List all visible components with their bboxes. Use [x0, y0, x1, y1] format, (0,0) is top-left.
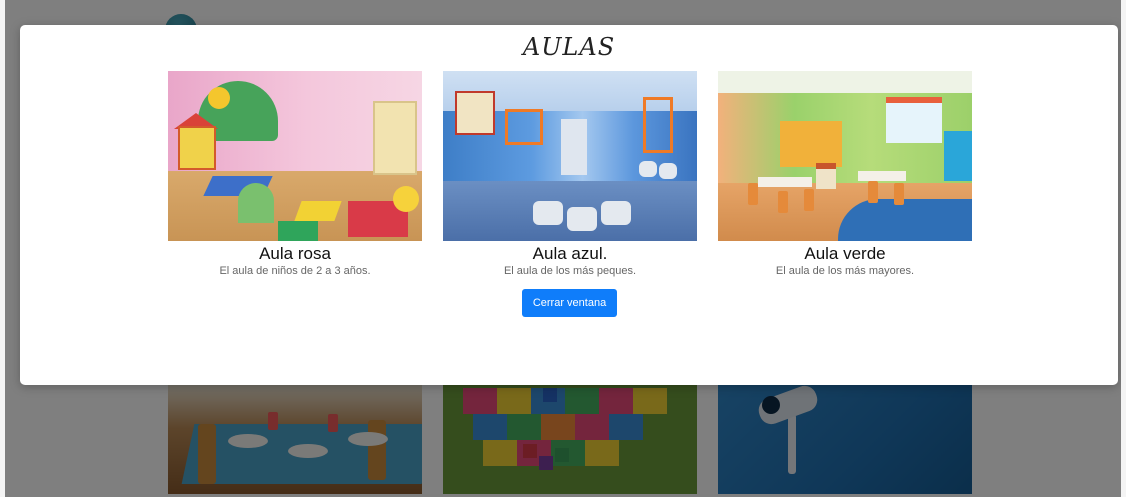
classroom-title: Aula azul.	[532, 244, 608, 263]
classroom-subtitle: El aula de los más mayores.	[775, 265, 915, 277]
classroom-photo-azul	[443, 71, 697, 241]
classroom-subtitle: El aula de niños de 2 a 3 años.	[219, 265, 371, 277]
classrooms-modal: AULAS Aula rosa El aula de niños de 2 a …	[20, 25, 1118, 385]
modal-title: AULAS	[522, 33, 616, 61]
classroom-card-rosa: Aula rosa El aula de niños de 2 a 3 años…	[168, 71, 422, 278]
close-modal-button[interactable]: Cerrar ventana	[522, 289, 617, 317]
page: AULAS Aula rosa El aula de niños de 2 a …	[0, 0, 1126, 497]
window-edge-right	[1121, 0, 1126, 497]
classroom-photo-rosa	[168, 71, 422, 241]
classroom-photo-verde	[718, 71, 972, 241]
classroom-card-azul: Aula azul. El aula de los más peques.	[443, 71, 697, 278]
classroom-subtitle: El aula de los más peques.	[503, 265, 637, 277]
classroom-title: Aula rosa	[259, 244, 331, 263]
classroom-title: Aula verde	[804, 244, 886, 263]
classroom-card-verde: Aula verde El aula de los más mayores.	[718, 71, 972, 278]
